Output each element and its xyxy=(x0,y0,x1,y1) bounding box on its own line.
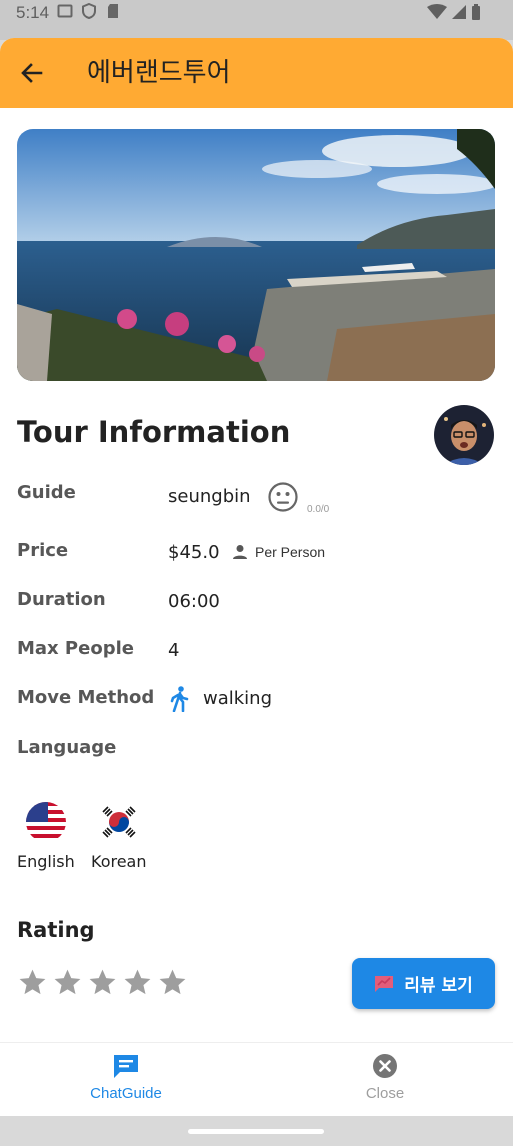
status-icons-right xyxy=(427,4,481,20)
tour-detail-sheet: 에버랜드투어 Tour Information Guide seungbin 0… xyxy=(0,38,513,1116)
language-label: Language xyxy=(17,737,117,758)
nav-chat-guide[interactable]: ChatGuide xyxy=(46,1053,206,1102)
language-name-english: English xyxy=(17,852,75,871)
arrow-back-icon xyxy=(21,63,43,83)
status-bar: 5:14 xyxy=(0,0,513,40)
screen-icon xyxy=(57,4,73,18)
chat-icon xyxy=(114,1055,138,1078)
star-empty-icon xyxy=(124,969,151,995)
language-korean[interactable]: Korean xyxy=(91,802,147,871)
price-unit: Per Person xyxy=(255,544,326,560)
guide-score: 0.0/0 xyxy=(307,504,330,515)
back-button[interactable] xyxy=(18,59,46,87)
guide-name: seungbin xyxy=(168,486,251,507)
us-flag-icon xyxy=(25,802,66,842)
close-circle-icon xyxy=(373,1054,397,1078)
korea-flag-icon xyxy=(98,802,139,842)
page-title: 에버랜드투어 xyxy=(87,58,231,88)
view-reviews-button[interactable]: 리뷰 보기 xyxy=(352,958,495,1009)
duration-label: Duration xyxy=(17,589,106,610)
wifi-icon xyxy=(427,4,447,19)
move-method-label: Move Method xyxy=(17,687,155,708)
status-time: 5:14 xyxy=(16,3,50,22)
person-icon xyxy=(233,545,247,559)
star-empty-icon xyxy=(19,969,46,995)
guide-avatar[interactable] xyxy=(434,405,494,465)
app-bar: 에버랜드투어 xyxy=(0,38,513,108)
signal-icon xyxy=(452,5,466,19)
price-value: $45.0 xyxy=(168,542,220,563)
nav-chat-guide-label: ChatGuide xyxy=(90,1085,162,1102)
nav-close-label: Close xyxy=(365,1085,405,1102)
guide-label: Guide xyxy=(17,482,76,503)
review-icon xyxy=(375,975,394,992)
rating-stars xyxy=(17,967,188,998)
section-title-tour-information: Tour Information xyxy=(17,415,291,449)
star-empty-icon xyxy=(89,969,116,995)
move-method-value: walking xyxy=(203,688,273,709)
duration-value: 06:00 xyxy=(168,591,220,612)
max-people-label: Max People xyxy=(17,638,134,659)
price-label: Price xyxy=(17,540,69,561)
harbor-image xyxy=(17,129,495,381)
star-empty-icon xyxy=(54,969,81,995)
language-english[interactable]: English xyxy=(17,802,75,871)
star-empty-icon xyxy=(159,969,186,995)
language-name-korean: Korean xyxy=(91,852,147,871)
rating-title: Rating xyxy=(17,918,95,942)
avatar-photo xyxy=(434,405,494,465)
battery-icon xyxy=(472,4,480,20)
walking-icon xyxy=(170,686,189,712)
max-people-value: 4 xyxy=(168,640,180,661)
status-icons-left xyxy=(57,3,121,19)
shield-icon xyxy=(82,3,96,19)
nav-close[interactable]: Close xyxy=(305,1053,465,1102)
sd-card-icon xyxy=(108,4,118,18)
tour-photo xyxy=(17,129,495,381)
bottom-navigation: ChatGuide Close xyxy=(0,1042,513,1116)
home-indicator[interactable] xyxy=(188,1129,324,1134)
view-reviews-label: 리뷰 보기 xyxy=(404,976,473,996)
neutral-face-icon xyxy=(268,482,298,512)
